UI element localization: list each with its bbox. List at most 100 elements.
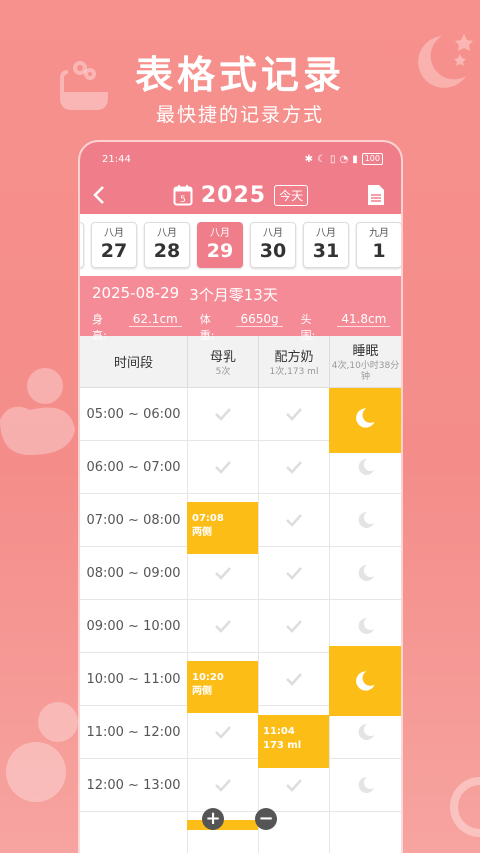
check-icon bbox=[286, 620, 302, 633]
bluetooth-icon: ✱ bbox=[304, 153, 313, 165]
date-item-selected[interactable]: 八月 29 bbox=[197, 222, 243, 268]
vibrate-icon: ▯ bbox=[329, 153, 336, 165]
breastfeed-cell[interactable] bbox=[187, 388, 258, 440]
sleep-entry[interactable] bbox=[329, 646, 401, 716]
date-month: 八月 bbox=[157, 228, 177, 239]
bathtub-icon bbox=[60, 61, 108, 110]
calendar-icon-day: 5 bbox=[180, 195, 186, 205]
back-arrow-icon[interactable] bbox=[88, 182, 112, 208]
moon-icon bbox=[358, 564, 374, 581]
date-month: 八月 bbox=[210, 228, 230, 239]
phone-screen: 21:44 ✱ ☾ ▯ ◔ ▮ 100 5 2025 今天 八月 27 八月 2… bbox=[80, 142, 401, 853]
battery-icon: 100 bbox=[361, 153, 383, 165]
date-item-partial[interactable] bbox=[80, 222, 84, 268]
head-value[interactable]: 41.8cm bbox=[337, 312, 391, 327]
entry-detail: 173 ml bbox=[263, 740, 302, 751]
formula-cell[interactable] bbox=[258, 388, 329, 440]
date-day: 1 bbox=[372, 240, 386, 262]
today-button[interactable]: 今天 bbox=[274, 184, 309, 206]
entry-detail: 两侧 bbox=[192, 527, 212, 538]
header-formula[interactable]: 配方奶 1次,173 ml bbox=[258, 336, 329, 387]
row-time: 06:00 ~ 07:00 bbox=[86, 459, 181, 475]
formula-entry[interactable]: 11:04 173 ml bbox=[258, 715, 329, 768]
add-button[interactable]: + bbox=[202, 808, 224, 830]
app-bar: 5 2025 今天 bbox=[80, 176, 401, 214]
table-row bbox=[80, 812, 401, 853]
entry-time: 10:20 bbox=[192, 672, 224, 683]
check-icon bbox=[215, 726, 231, 739]
breastfeed-cell[interactable] bbox=[187, 441, 258, 493]
row-time: 05:00 ~ 06:00 bbox=[86, 406, 181, 422]
status-bar: 21:44 ✱ ☾ ▯ ◔ ▮ 100 bbox=[80, 142, 401, 176]
date-item[interactable]: 八月 31 bbox=[303, 222, 349, 268]
check-icon bbox=[286, 461, 302, 474]
formula-cell[interactable] bbox=[258, 547, 329, 599]
height-value[interactable]: 62.1cm bbox=[128, 312, 182, 327]
date-item[interactable]: 九月 1 bbox=[356, 222, 401, 268]
breastfeed-cell[interactable] bbox=[187, 759, 258, 811]
moon-icon bbox=[358, 617, 374, 634]
table-row: 08:00 ~ 09:00 bbox=[80, 547, 401, 600]
header-sleep[interactable]: 睡眠 4次,10小时38分钟 bbox=[329, 336, 401, 387]
formula-cell[interactable] bbox=[258, 441, 329, 493]
row-time: 08:00 ~ 09:00 bbox=[86, 565, 181, 581]
year-selector[interactable]: 5 2025 今天 bbox=[173, 183, 309, 208]
date-month: 八月 bbox=[104, 228, 124, 239]
entry-detail: 两侧 bbox=[192, 686, 212, 697]
check-icon bbox=[286, 408, 302, 421]
date-month: 八月 bbox=[316, 228, 336, 239]
breastfeed-cell[interactable] bbox=[187, 547, 258, 599]
toy-icon bbox=[6, 702, 78, 802]
moon-icon bbox=[358, 511, 374, 528]
row-time: 12:00 ~ 13:00 bbox=[86, 777, 181, 793]
row-time: 07:00 ~ 08:00 bbox=[86, 512, 181, 528]
breastfeed-entry[interactable]: 07:08 两侧 bbox=[187, 502, 258, 554]
formula-cell[interactable] bbox=[258, 494, 329, 546]
baby-age: 3个月零13天 bbox=[189, 286, 278, 304]
row-time: 09:00 ~ 10:00 bbox=[86, 618, 181, 634]
date-item[interactable]: 八月 27 bbox=[91, 222, 137, 268]
formula-cell[interactable] bbox=[258, 600, 329, 652]
document-icon[interactable] bbox=[367, 184, 385, 206]
check-icon bbox=[286, 779, 302, 792]
header-breastfeed[interactable]: 母乳 5次 bbox=[187, 336, 258, 387]
date-day: 27 bbox=[100, 240, 128, 262]
entry-time: 07:08 bbox=[192, 513, 224, 524]
sleep-cell[interactable] bbox=[329, 759, 401, 811]
baby-info-panel: 2025-08-29 3个月零13天 身高: 62.1cm 体重: 6650g … bbox=[80, 276, 401, 342]
check-icon bbox=[286, 567, 302, 580]
sleep-cell[interactable] bbox=[329, 600, 401, 652]
date-item[interactable]: 八月 28 bbox=[144, 222, 190, 268]
status-icons: ✱ ☾ ▯ ◔ ▮ 100 bbox=[305, 153, 383, 165]
formula-cell[interactable] bbox=[258, 653, 329, 705]
sleep-cell[interactable] bbox=[329, 494, 401, 546]
table-header: 时间段 母乳 5次 配方奶 1次,173 ml 睡眠 4次,10小时38分钟 bbox=[80, 336, 401, 388]
check-icon bbox=[215, 408, 231, 421]
check-icon bbox=[286, 514, 302, 527]
breastfeed-entry[interactable]: 10:20 两侧 bbox=[187, 661, 258, 713]
check-icon bbox=[215, 461, 231, 474]
check-icon bbox=[286, 673, 302, 686]
moon-icon bbox=[358, 776, 374, 793]
calendar-icon[interactable]: 5 bbox=[173, 184, 193, 206]
header-time-period: 时间段 bbox=[113, 356, 153, 371]
date-day: 30 bbox=[259, 240, 287, 262]
check-icon bbox=[215, 620, 231, 633]
breastfeed-cell[interactable] bbox=[187, 600, 258, 652]
breastfeed-cell[interactable] bbox=[187, 706, 258, 758]
moon-icon bbox=[358, 458, 374, 475]
sleep-entry[interactable] bbox=[329, 388, 401, 453]
date-month: 九月 bbox=[369, 228, 389, 239]
weight-value[interactable]: 6650g bbox=[236, 312, 283, 327]
moon-icon: ☾ bbox=[316, 153, 326, 165]
date-item[interactable]: 八月 30 bbox=[250, 222, 296, 268]
date-month: 八月 bbox=[263, 228, 283, 239]
status-time: 21:44 bbox=[102, 153, 131, 165]
date-strip: 八月 27 八月 28 八月 29 八月 30 八月 31 九月 1 bbox=[80, 214, 401, 276]
gear-icon bbox=[450, 777, 480, 837]
moon-stars-icon bbox=[418, 34, 473, 88]
moon-icon bbox=[358, 723, 374, 740]
signal-icon: ▮ bbox=[352, 153, 358, 165]
remove-button[interactable]: − bbox=[255, 808, 277, 830]
sleep-cell[interactable] bbox=[329, 547, 401, 599]
